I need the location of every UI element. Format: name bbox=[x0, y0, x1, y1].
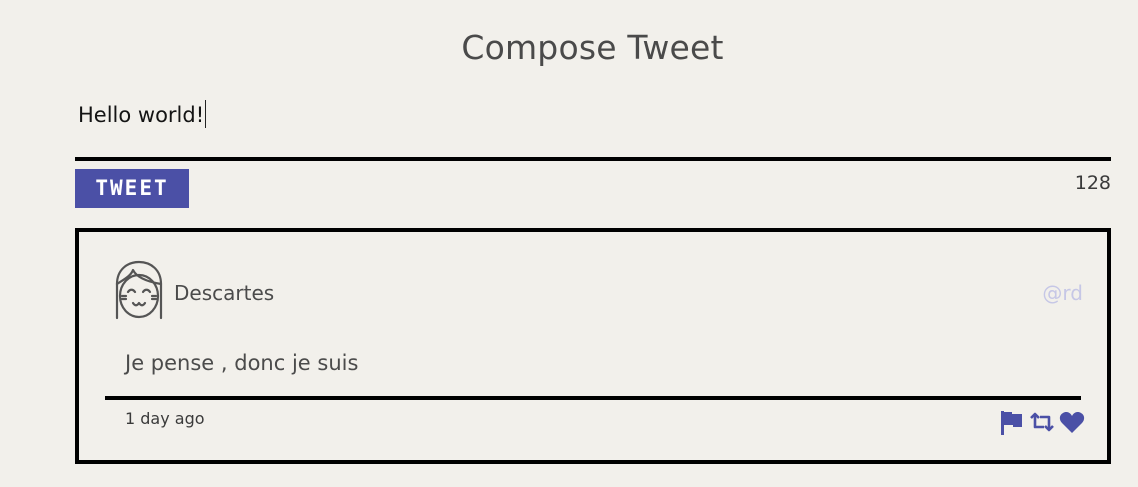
text-cursor bbox=[205, 100, 207, 128]
tweet-text: Je pense , donc je suis bbox=[125, 351, 359, 375]
page-title: Compose Tweet bbox=[461, 28, 724, 67]
compose-tweet-input[interactable]: Hello world! bbox=[78, 100, 1110, 136]
flag-icon[interactable] bbox=[999, 409, 1025, 435]
tweet-actions bbox=[999, 408, 1085, 436]
girl-face-avatar-icon bbox=[109, 258, 169, 322]
heart-icon[interactable] bbox=[1059, 409, 1085, 435]
compose-tweet-text: Hello world! bbox=[78, 103, 205, 127]
tweet-timestamp: 1 day ago bbox=[125, 409, 205, 428]
tweet-author-name: Descartes bbox=[174, 281, 275, 305]
tweet-author-handle[interactable]: @rd bbox=[1042, 280, 1083, 306]
tweet-card: Descartes @rd Je pense , donc je suis 1 … bbox=[75, 228, 1111, 464]
tweet-divider bbox=[105, 396, 1081, 400]
tweet-button[interactable]: TWEET bbox=[75, 169, 189, 208]
remaining-character-count: 128 bbox=[1074, 172, 1111, 194]
retweet-icon[interactable] bbox=[1029, 409, 1055, 435]
compose-divider bbox=[75, 157, 1111, 161]
